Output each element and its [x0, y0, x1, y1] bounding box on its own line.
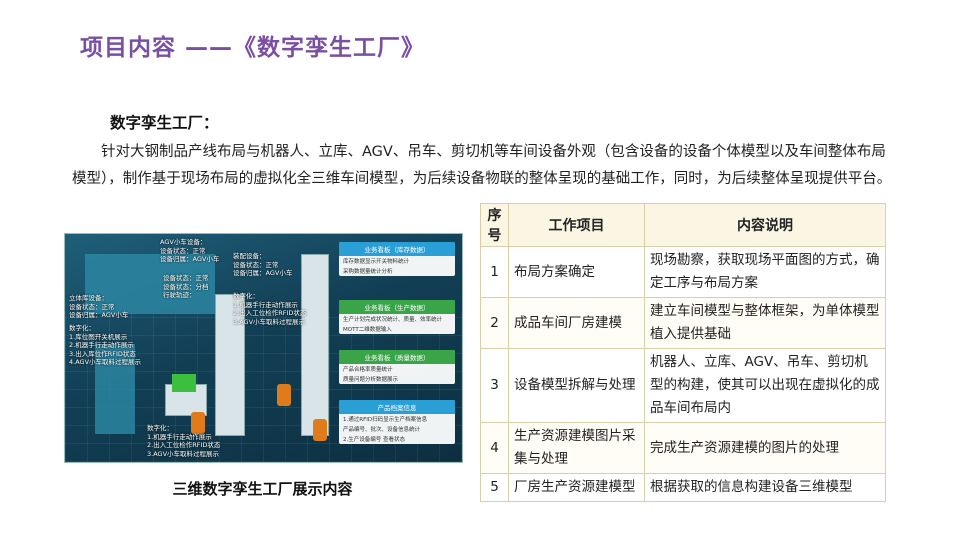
storage-func-label: 数字化： 1.库位图开关机展示 2.机器手行走动作展示 3.出入库位作RFID状…: [69, 324, 142, 366]
robot-arm: [313, 419, 327, 441]
table-row: 2 成品车间厂房建模 建立车间模型与整体框架，为单体模型植入提供基础: [480, 297, 886, 349]
body-paragraph: 针对大钢制品产线布局与机器人、立库、AGV、吊车、剪切机等车间设备外观（包含设备…: [72, 144, 892, 187]
card-line: 库存数据显示开关物料统计: [343, 259, 410, 265]
row-desc: 根据获取的信息构建设备三维模型: [644, 473, 886, 502]
row-item: 厂房生产资源建模型: [508, 473, 645, 502]
row-item: 成品车间厂房建模: [508, 297, 645, 349]
storage-label: 立体库设备： 设备状态：正常 设备归属：AGV小车: [69, 294, 129, 319]
row-desc: 完成生产资源建模的图片的处理: [644, 422, 886, 474]
card-line: 1.通过RFID扫码显示生产档案信息: [343, 417, 428, 423]
header-item: 工作项目: [508, 203, 645, 247]
assembly-label: 装配设备： 设备状态：正常 设备归属：AGV小车: [233, 252, 293, 277]
dashboard-card: 业务看板（库存数据） 库存数据显示开关物料统计 采购数据量统计分析: [339, 242, 455, 276]
row-no: 1: [480, 246, 509, 298]
slide-title: 项目内容 ——《数字孪生工厂》: [80, 35, 426, 61]
card-title: 业务看板（生产数据）: [339, 300, 455, 314]
header-no: 序号: [480, 203, 509, 247]
card-title: 业务看板（库存数据）: [339, 242, 455, 256]
dashboard-card: 业务看板（质量数据） 产品合格率质量统计 质量问题分析数据展示: [339, 350, 455, 384]
table-row: 3 设备模型拆解与处理 机器人、立库、AGV、吊车、剪切机型的构建，使其可以出现…: [480, 348, 886, 423]
card-line: 产品编号、批次、设备信息统计: [343, 427, 421, 433]
robot-arm: [277, 384, 291, 406]
row-desc: 建立车间模型与整体框架，为单体模型植入提供基础: [644, 297, 886, 349]
dashboard-card: 产品档案信息 1.通过RFID扫码显示生产档案信息 产品编号、批次、设备信息统计…: [339, 400, 455, 444]
task-table: 序号 工作项目 内容说明 1 布局方案确定 现场勘察，获取现场平面图的方式，确定…: [480, 203, 886, 502]
agv-label: AGV小车设备： 设备状态：正常 设备归属：AGV小车: [160, 238, 220, 263]
card-line: 生产计划完成状况统计、质量、效率统计: [343, 317, 443, 323]
digital-twin-screenshot: AGV小车设备： 设备状态：正常 设备归属：AGV小车 立体库设备： 设备状态：…: [64, 233, 463, 463]
row-no: 3: [480, 348, 509, 423]
card-line: 产品合格率质量统计: [343, 367, 393, 373]
green-equipment: [172, 374, 196, 392]
header-desc: 内容说明: [644, 203, 886, 247]
dashboard-card: 业务看板（生产数据） 生产计划完成状况统计、质量、效率统计 MOTT二维数据输入: [339, 300, 455, 334]
assembly-func-label: 数字化： 1.机器手行走动作展示 2.出入工位检作RFID状态 3.AGV小车取…: [233, 292, 307, 326]
card-line: MOTT二维数据输入: [343, 327, 392, 333]
table-header-row: 序号 工作项目 内容说明: [480, 203, 886, 247]
machine-tower: [301, 254, 329, 436]
row-item: 生产资源建模图片采集与处理: [508, 422, 645, 474]
bottom-func-label: 数字化： 1.机器手行走动作展示 2.出入工位检作RFID状态 3.AGV小车取…: [147, 424, 221, 458]
row-no: 4: [480, 422, 509, 474]
row-desc: 机器人、立库、AGV、吊车、剪切机型的构建，使其可以出现在虚拟化的成品车间布局内: [644, 348, 886, 423]
status-label: 设备状态：正常 设备状态：分档 行驶轨迹：: [163, 274, 209, 299]
card-line: 2.生产设备编号 查看状态: [343, 437, 405, 443]
screenshot-caption: 三维数字孪生工厂展示内容: [172, 480, 353, 498]
row-item: 设备模型拆解与处理: [508, 348, 645, 423]
card-title: 业务看板（质量数据）: [339, 350, 455, 364]
table-row: 4 生产资源建模图片采集与处理 完成生产资源建模的图片的处理: [480, 422, 886, 474]
section-heading: 数字孪生工厂：: [110, 114, 219, 132]
row-no: 5: [480, 473, 509, 502]
card-title: 产品档案信息: [339, 400, 455, 414]
table-row: 5 厂房生产资源建模型 根据获取的信息构建设备三维模型: [480, 473, 886, 502]
row-no: 2: [480, 297, 509, 349]
row-item: 布局方案确定: [508, 246, 645, 298]
card-line: 采购数据量统计分析: [343, 269, 393, 275]
card-line: 质量问题分析数据展示: [343, 377, 399, 383]
row-desc: 现场勘察，获取现场平面图的方式，确定工序与布局方案: [644, 246, 886, 298]
table-row: 1 布局方案确定 现场勘察，获取现场平面图的方式，确定工序与布局方案: [480, 246, 886, 298]
